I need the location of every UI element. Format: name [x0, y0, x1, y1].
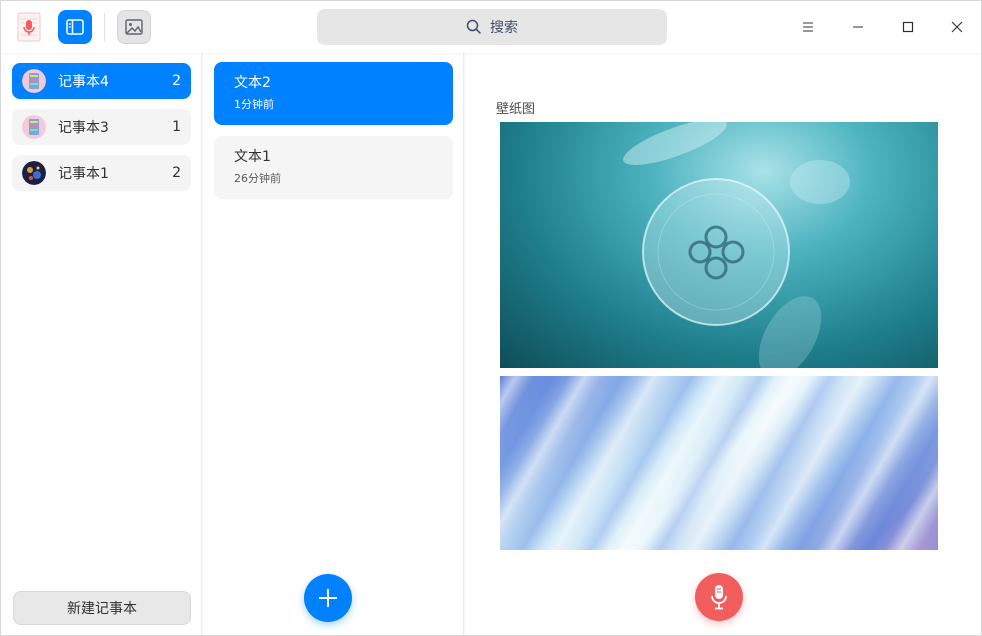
sidebar-toggle-icon [66, 19, 84, 35]
jellyfish-wallpaper-image [500, 122, 938, 368]
minimize-icon [853, 26, 863, 28]
notebook-item[interactable]: 记事本3 1 [12, 109, 191, 145]
notebook-avatar [22, 115, 46, 139]
close-icon [951, 21, 963, 33]
maximize-button[interactable] [893, 12, 923, 42]
note-list: 文本2 1分钟前 文本1 26分钟前 [203, 53, 464, 635]
microphone-icon [711, 585, 727, 610]
note-time: 1分钟前 [234, 98, 274, 111]
note-title: 文本2 [234, 75, 271, 91]
notebook-count: 2 [172, 73, 181, 89]
notebook-avatar [22, 69, 46, 93]
minimize-button[interactable] [843, 12, 873, 42]
maximize-icon [902, 21, 914, 33]
notebook-count: 2 [172, 165, 181, 181]
plus-icon [319, 589, 337, 607]
hamburger-menu-icon [803, 22, 813, 32]
app-window: 搜索 记事本4 2 记事本3 1 记事本1 2 新建记事本 文本2 1分钟前 文… [0, 0, 982, 636]
search-placeholder: 搜索 [490, 20, 518, 36]
note-text: 壁纸图 [496, 102, 536, 117]
app-icon [15, 12, 43, 42]
note-editor[interactable]: 壁纸图 [465, 53, 981, 635]
notebook-item[interactable]: 记事本1 2 [12, 155, 191, 191]
list-view-button[interactable] [58, 10, 92, 44]
notebook-count: 1 [172, 119, 181, 135]
search-input[interactable]: 搜索 [317, 9, 667, 45]
close-button[interactable] [942, 12, 972, 42]
search-icon [466, 19, 482, 35]
note-title: 文本1 [234, 149, 271, 165]
add-note-button[interactable] [304, 574, 352, 622]
notebook-name: 记事本1 [58, 166, 109, 182]
toolbar-separator [104, 13, 105, 41]
note-item[interactable]: 文本2 1分钟前 [214, 62, 453, 125]
record-voice-button[interactable] [695, 573, 743, 621]
new-notebook-button[interactable]: 新建记事本 [13, 591, 191, 625]
titlebar: 搜索 [1, 1, 981, 53]
notebook-name: 记事本3 [58, 120, 109, 136]
notebook-sidebar: 记事本4 2 记事本3 1 记事本1 2 新建记事本 [1, 53, 202, 635]
abstract-light-streaks-image [500, 376, 938, 550]
notebook-name: 记事本4 [58, 74, 109, 90]
notebook-avatar [22, 161, 46, 185]
insert-image-button[interactable] [117, 10, 151, 44]
image-icon [125, 19, 143, 35]
menu-button[interactable] [793, 12, 823, 42]
note-item[interactable]: 文本1 26分钟前 [214, 136, 453, 199]
note-time: 26分钟前 [234, 172, 281, 185]
notebook-item[interactable]: 记事本4 2 [12, 63, 191, 99]
